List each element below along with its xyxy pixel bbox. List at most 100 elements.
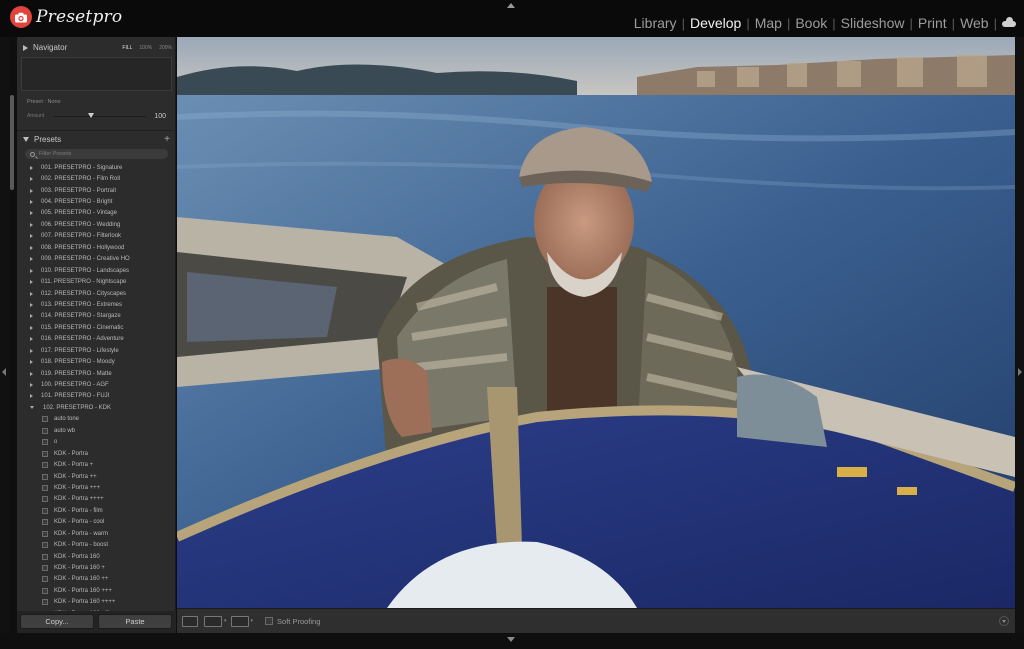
preset-item[interactable]: KDK - Portra - film [17,505,176,516]
preset-group[interactable]: 009. PRESETPRO - Creative HO [17,254,176,265]
presets-header[interactable]: Presets + [17,130,176,147]
presets-title: Presets [34,134,62,144]
preset-group[interactable]: 002. PRESETPRO - Film Roll [17,173,176,184]
cloud-icon[interactable] [1002,17,1016,27]
preset-group[interactable]: 008. PRESETPRO - Hollywood [17,242,176,253]
module-library[interactable]: Library [629,15,682,31]
preset-item[interactable]: KDK - Portra 160 +++ [17,585,176,596]
collapse-triangle-icon [30,257,33,262]
right-panel-toggle-icon[interactable] [1018,368,1022,376]
preset-item[interactable]: auto tone [17,414,176,425]
preset-search-input[interactable]: Filter Presets [25,149,168,159]
preset-item-label: KDK - Portra 160 +++ [54,587,112,594]
preset-item[interactable]: KDK - Portra +++ [17,482,176,493]
slider-thumb[interactable] [88,112,95,118]
soft-proofing-label: Soft Proofing [277,616,321,626]
left-panel-toggle-icon[interactable] [2,368,6,376]
preset-group[interactable]: 015. PRESETPRO - Cinematic [17,322,176,333]
preset-item[interactable]: KDK - Portra 160 [17,551,176,562]
amount-slider[interactable] [53,112,147,118]
preset-group[interactable]: 001. PRESETPRO - Signature [17,162,176,173]
collapse-triangle-icon [30,360,33,365]
navigator-header[interactable]: Navigator FILL 100% 200% [17,39,176,56]
preset-group[interactable]: 005. PRESETPRO - Vintage [17,208,176,219]
chevron-down-icon[interactable]: ▾ [224,618,227,624]
preset-group-label: 002. PRESETPRO - Film Roll [41,176,121,183]
zoom-200[interactable]: 200% [159,45,172,51]
preset-item[interactable]: o [17,437,176,448]
expand-triangle-icon [23,136,29,142]
preset-icon [42,484,48,491]
photo-canvas[interactable] [177,37,1015,608]
preset-item[interactable]: KDK - Portra 160 ++ [17,574,176,585]
preset-item[interactable]: KDK - Portra - warm [17,528,176,539]
preset-group[interactable]: 014. PRESETPRO - Stargaze [17,311,176,322]
navigator-title: Navigator [33,43,68,52]
module-map[interactable]: Map [750,15,787,31]
navigator-preview[interactable] [21,57,172,91]
module-slideshow[interactable]: Slideshow [836,15,910,31]
zoom-fill[interactable]: FILL [122,45,132,51]
preset-group[interactable]: 007. PRESETPRO - Filterlook [17,231,176,242]
preset-group[interactable]: 010. PRESETPRO - Landscapes [17,265,176,276]
preset-group[interactable]: 016. PRESETPRO - Adventure [17,334,176,345]
zoom-100[interactable]: 100% [139,45,152,51]
collapse-triangle-icon [30,268,33,273]
preset-group[interactable]: 018. PRESETPRO - Moody [17,356,176,367]
preset-item[interactable]: KDK - Portra ++++ [17,494,176,505]
left-edge [0,37,10,633]
preset-item[interactable]: KDK - Portra - cool [17,517,176,528]
module-web[interactable]: Web [955,15,994,31]
preset-item[interactable]: KDK - Portra - boost [17,539,176,550]
copy-button[interactable]: Copy... [20,614,94,629]
preset-group[interactable]: 101. PRESETPRO - FUJI [17,391,176,402]
preset-item[interactable]: auto wb [17,425,176,436]
preset-icon [42,565,48,572]
collapse-triangle-icon [30,394,33,399]
preset-group-open[interactable]: 102. PRESETPRO - KDK [17,402,176,413]
before-after-icon[interactable] [204,615,222,627]
preset-group[interactable]: 004. PRESETPRO - Bright [17,196,176,207]
paste-button[interactable]: Paste [98,614,172,629]
left-panel-scrollbar[interactable] [10,95,14,190]
preset-icon [42,507,48,514]
preset-group-label: 018. PRESETPRO - Moody [41,359,115,366]
preset-group-label: 007. PRESETPRO - Filterlook [41,233,122,240]
preset-item[interactable]: KDK - Portra 160 ++++ [17,597,176,608]
preset-group[interactable]: 013. PRESETPRO - Extremes [17,299,176,310]
collapse-triangle-icon [23,44,28,51]
preset-icon [42,450,48,457]
compare-xy-icon[interactable] [230,615,249,627]
preset-item[interactable]: KDK - Portra + [17,459,176,470]
toolbar-options-icon[interactable] [999,616,1009,626]
preset-item-label: KDK - Portra 160 [54,553,100,560]
bottom-panel-toggle-icon[interactable] [507,637,515,642]
collapse-triangle-icon [30,211,33,216]
soft-proofing-checkbox[interactable] [265,617,274,625]
preset-item-label: KDK - Portra + [54,462,94,469]
preset-group-label: 009. PRESETPRO - Creative HO [41,256,130,263]
preset-group-label: 003. PRESETPRO - Portrait [41,187,117,194]
preset-group[interactable]: 012. PRESETPRO - Cityscapes [17,288,176,299]
preset-group[interactable]: 003. PRESETPRO - Portrait [17,185,176,196]
top-panel-toggle-icon[interactable] [507,3,515,8]
module-print[interactable]: Print [913,15,952,31]
collapse-triangle-icon [30,177,33,182]
left-panel: Navigator FILL 100% 200% Preset : None A… [17,37,176,640]
preset-group[interactable]: 011. PRESETPRO - Nightscape [17,276,176,287]
preset-group[interactable]: 017. PRESETPRO - Lifestyle [17,345,176,356]
preset-group[interactable]: 006. PRESETPRO - Wedding [17,219,176,230]
preset-item[interactable]: KDK - Portra 160 + [17,562,176,573]
preset-icon [42,530,48,537]
loupe-view-icon[interactable] [182,615,198,627]
module-develop[interactable]: Develop [685,15,746,31]
preset-group[interactable]: 019. PRESETPRO - Matte [17,368,176,379]
preset-item[interactable]: KDK - Portra [17,448,176,459]
module-book[interactable]: Book [790,15,832,31]
chevron-down-icon[interactable]: ▾ [251,618,254,624]
add-preset-button[interactable]: + [164,134,170,145]
navigator-zoom: FILL 100% 200% [122,45,172,51]
preset-item[interactable]: KDK - Portra ++ [17,471,176,482]
preset-group[interactable]: 100. PRESETPRO - AGF [17,379,176,390]
brand-logo[interactable]: Presetpro [10,6,122,28]
